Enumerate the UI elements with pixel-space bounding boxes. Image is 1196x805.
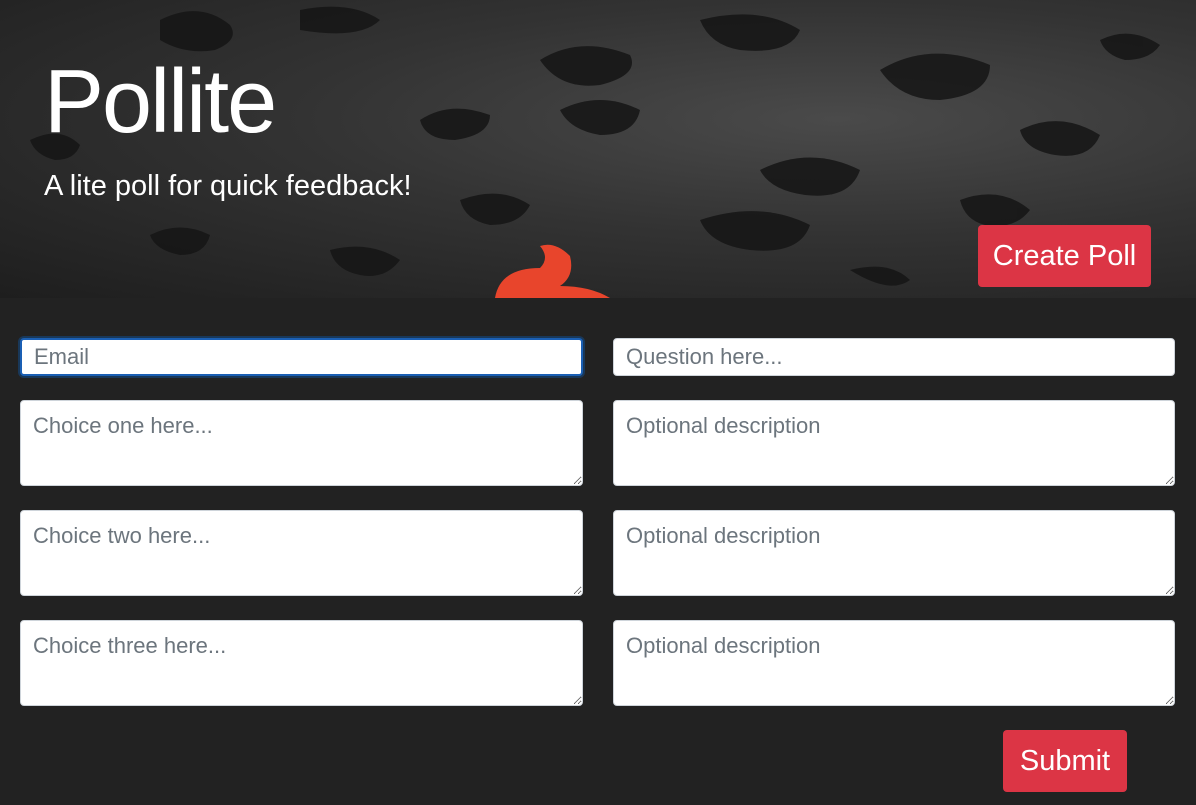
choice-two-description-textarea[interactable] (613, 510, 1175, 596)
page-subtitle: A lite poll for quick feedback! (44, 170, 412, 202)
page-title: Pollite (44, 52, 277, 152)
choice-three-textarea[interactable] (20, 620, 583, 706)
red-question-mark-piece (495, 244, 610, 298)
email-input[interactable] (20, 338, 583, 376)
question-input[interactable] (613, 338, 1175, 376)
choice-two-textarea[interactable] (20, 510, 583, 596)
choice-three-description-textarea[interactable] (613, 620, 1175, 706)
choice-one-description-textarea[interactable] (613, 400, 1175, 486)
create-poll-button[interactable]: Create Poll (978, 225, 1151, 287)
hero-banner: Pollite A lite poll for quick feedback! … (0, 0, 1196, 298)
choice-one-textarea[interactable] (20, 400, 583, 486)
submit-button[interactable]: Submit (1003, 730, 1127, 792)
